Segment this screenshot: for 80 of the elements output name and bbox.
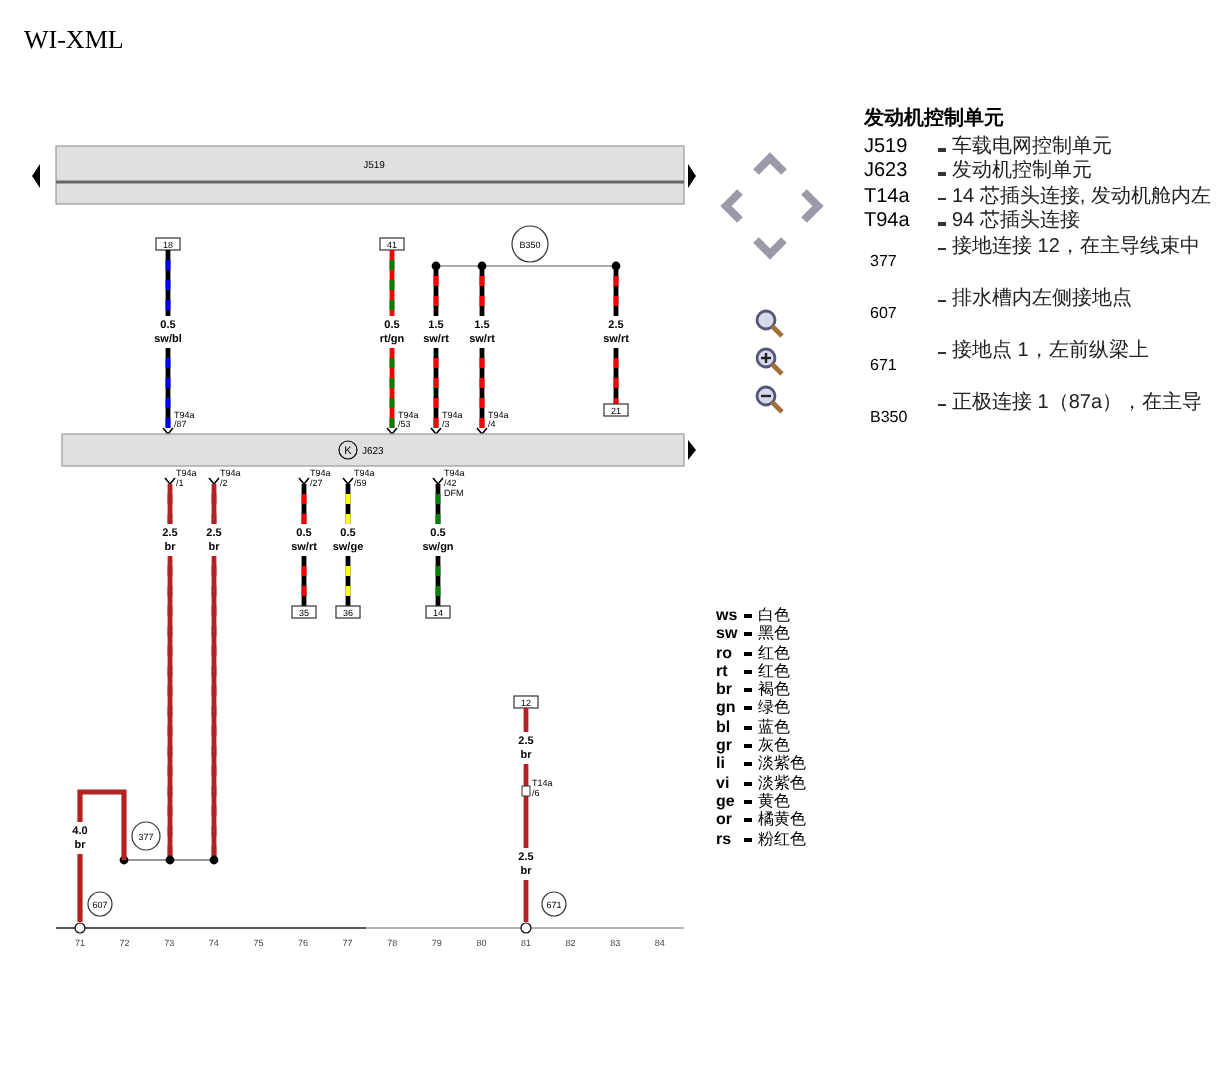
- color-name: 红色: [758, 643, 790, 662]
- legend-description: 车载电网控制单元: [952, 136, 1112, 159]
- dash-icon: [744, 837, 752, 842]
- legend-code: T14a: [864, 185, 912, 211]
- dash-icon: [938, 197, 946, 201]
- color-code: bl: [716, 717, 733, 737]
- dash-icon: [744, 799, 752, 804]
- scroll-left-arrow-icon[interactable]: [32, 164, 40, 188]
- legend-description: 14 芯插头连接, 发动机舱内左: [952, 185, 1211, 209]
- color-name: 蓝色: [758, 717, 790, 737]
- color-code: ge: [716, 791, 737, 811]
- dash-icon: [938, 247, 946, 251]
- dash-icon: [938, 403, 946, 407]
- connector-icon: [521, 785, 531, 797]
- legend-description: 接地连接 12，在主导线束中: [952, 235, 1200, 262]
- color-name: 红色: [758, 661, 790, 681]
- legend-code: J519: [864, 136, 910, 161]
- ground-point-icon: [520, 922, 532, 934]
- junction-dot: [431, 261, 441, 271]
- window-title: WI-XML: [22, 22, 126, 58]
- dash-icon: [744, 706, 752, 711]
- dash-icon: [744, 651, 752, 656]
- color-name: 淡紫色: [758, 773, 806, 792]
- color-code: sw: [716, 624, 740, 644]
- legend-description: 发动机控制单元: [952, 160, 1092, 185]
- zoom-in-icon[interactable]: [754, 346, 786, 378]
- dash-icon: [744, 762, 752, 767]
- color-code: gn: [716, 698, 738, 718]
- legend-description: 正极连接 1（87a），在主导: [952, 391, 1203, 418]
- zoom-out-icon[interactable]: [754, 384, 786, 416]
- dash-icon: [744, 818, 752, 823]
- legend-description: 排水槽内左侧接地点: [952, 287, 1132, 314]
- color-name: 褐色: [758, 680, 790, 699]
- junction-dot: [477, 261, 487, 271]
- dash-icon: [744, 781, 752, 786]
- legend-code: 607: [868, 301, 899, 326]
- color-name: 黄色: [758, 791, 790, 811]
- junction-dot: [165, 855, 175, 865]
- color-code: vi: [716, 773, 732, 792]
- dash-icon: [938, 299, 946, 303]
- junction-dot: [209, 855, 219, 865]
- ground-point-icon: [74, 922, 86, 934]
- color-name: 黑色: [758, 624, 790, 644]
- legend-description: 接地点 1，左前纵梁上: [952, 339, 1149, 366]
- color-name: 灰色: [758, 736, 790, 755]
- color-code: ro: [716, 643, 734, 662]
- dash-icon: [744, 725, 752, 730]
- color-name: 粉红色: [758, 829, 806, 848]
- scroll-right-arrow-icon[interactable]: [688, 164, 696, 188]
- legend-code: 671: [868, 353, 899, 378]
- color-code: br: [716, 680, 734, 699]
- color-code: or: [716, 810, 734, 830]
- junction-dot: [611, 261, 621, 271]
- color-code: li: [716, 754, 727, 774]
- color-name: 绿色: [758, 698, 790, 718]
- color-code: ws: [716, 606, 740, 625]
- dash-icon: [744, 688, 752, 693]
- color-code: rt: [716, 661, 730, 681]
- legend-code: 377: [868, 249, 899, 274]
- dash-icon: [938, 351, 946, 355]
- dash-icon: [938, 148, 946, 151]
- legend-code: J623: [864, 160, 910, 186]
- color-name: 白色: [758, 606, 790, 625]
- legend-code: T94a: [864, 210, 912, 236]
- dash-icon: [744, 669, 752, 674]
- dash-icon: [938, 172, 946, 176]
- color-code: gr: [716, 736, 734, 755]
- legend-code: B350: [868, 405, 910, 430]
- color-code: rs: [716, 829, 734, 848]
- junction-dot: [119, 855, 129, 865]
- color-name: 淡紫色: [758, 754, 806, 774]
- dash-icon: [744, 614, 752, 618]
- scroll-right-arrow-icon[interactable]: [688, 440, 696, 460]
- legend-heading: 发动机控制单元: [864, 105, 1006, 132]
- color-name: 橘黄色: [758, 810, 806, 830]
- dash-icon: [744, 632, 752, 637]
- legend-description: 94 芯插头连接: [952, 210, 1080, 235]
- dash-icon: [744, 744, 752, 749]
- magnifier-icon[interactable]: [754, 308, 786, 340]
- dash-icon: [938, 222, 946, 226]
